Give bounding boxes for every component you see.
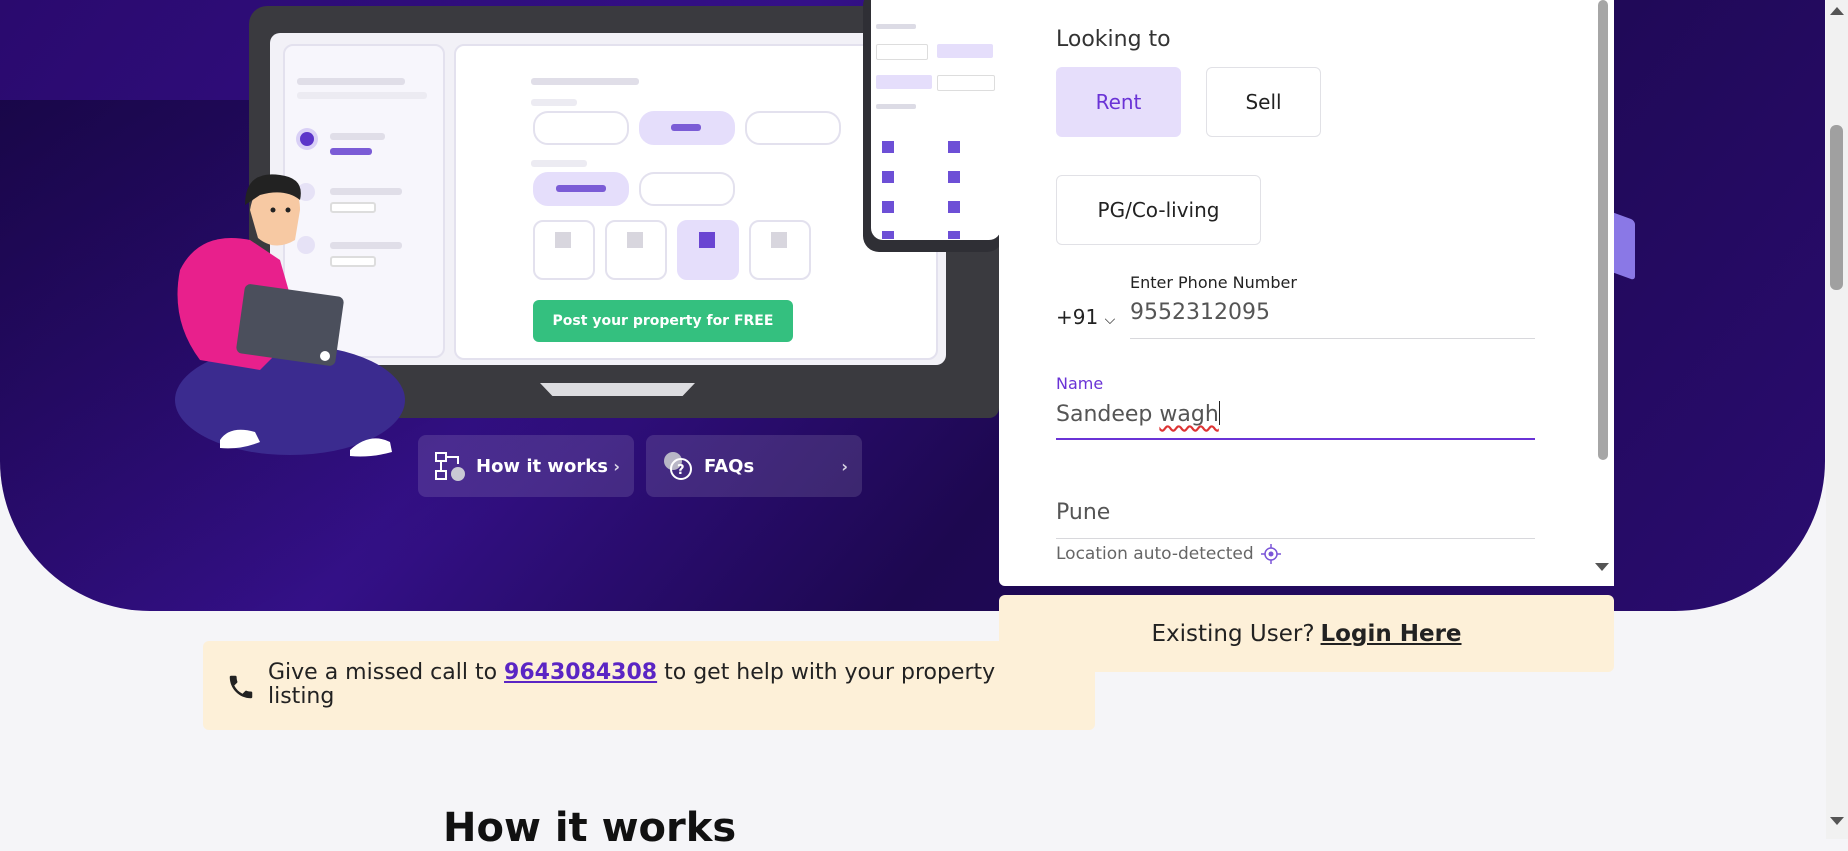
name-label: Name — [1056, 374, 1104, 393]
mock-line — [937, 75, 995, 91]
mock-cell — [882, 201, 894, 213]
form-scroll-down-arrow[interactable] — [1595, 563, 1609, 571]
faqs-label: FAQs — [704, 455, 755, 477]
mock-line — [876, 104, 916, 109]
missed-call-banner: Give a missed call to 9643084308 to get … — [203, 641, 1095, 730]
mock-tile — [605, 220, 667, 280]
text-caret — [1218, 401, 1220, 425]
how-it-works-label: How it works — [476, 455, 608, 477]
mock-line — [937, 44, 993, 58]
mock-line — [671, 124, 701, 131]
location-note: Location auto-detected — [1056, 543, 1282, 565]
flowchart-icon — [435, 452, 465, 481]
name-value-first: Sandeep — [1056, 402, 1153, 427]
mock-chip — [745, 111, 841, 145]
name-underline — [1056, 438, 1535, 440]
mock-line — [531, 99, 577, 106]
option-pg-coliving[interactable]: PG/Co-living — [1056, 175, 1261, 245]
mock-tile — [749, 220, 811, 280]
mock-line — [330, 148, 372, 155]
page-scroll-down-arrow[interactable] — [1830, 817, 1844, 825]
mock-line — [876, 24, 916, 29]
form-scrollbar-thumb[interactable] — [1598, 0, 1608, 460]
location-note-text: Location auto-detected — [1056, 544, 1254, 564]
mock-chip — [533, 111, 629, 145]
mock-step-active — [300, 132, 314, 146]
chevron-right-icon: › — [613, 456, 620, 476]
mock-tile — [533, 220, 595, 280]
city-input[interactable]: Pune — [1056, 500, 1110, 525]
country-code-value: +91 — [1056, 305, 1099, 329]
mock-cell — [948, 231, 960, 239]
mock-cell — [948, 171, 960, 183]
missed-call-number-link[interactable]: 9643084308 — [504, 660, 657, 685]
how-it-works-heading: How it works — [443, 805, 737, 851]
crosshair-icon[interactable] — [1260, 543, 1282, 565]
mock-line — [330, 133, 385, 140]
login-here-link[interactable]: Login Here — [1321, 621, 1462, 647]
mock-line — [556, 185, 606, 192]
city-underline — [1056, 538, 1535, 539]
person-with-laptop-illustration — [175, 174, 405, 457]
mock-cell — [882, 231, 894, 239]
phone-underline — [1130, 338, 1535, 339]
missed-call-text-before: Give a missed call to — [268, 660, 498, 685]
existing-user-prompt: Existing User? — [1151, 620, 1315, 647]
country-code-select[interactable]: +91 ⌵ — [1056, 305, 1115, 329]
mock-line — [876, 75, 932, 89]
option-sell[interactable]: Sell — [1206, 67, 1321, 137]
faqs-button[interactable]: ? FAQs › — [646, 435, 862, 497]
mock-line — [876, 44, 928, 60]
chevron-down-icon: ⌵ — [1104, 312, 1116, 328]
chevron-right-icon: › — [841, 456, 848, 476]
laptop-base — [540, 383, 695, 396]
mock-line — [297, 78, 405, 85]
mock-cell — [948, 141, 960, 153]
name-value-second: wagh — [1159, 402, 1219, 427]
option-rent[interactable]: Rent — [1056, 67, 1181, 137]
page-scroll-up-arrow[interactable] — [1830, 7, 1844, 15]
mock-line — [531, 78, 639, 85]
svg-text:?: ? — [677, 463, 685, 478]
post-property-button[interactable]: Post your property for FREE — [533, 300, 793, 342]
name-input[interactable]: Sandeep wagh — [1056, 401, 1220, 427]
phone-label: Enter Phone Number — [1130, 273, 1297, 292]
mock-tile — [677, 220, 739, 280]
page-scrollbar-thumb[interactable] — [1830, 125, 1843, 290]
mock-line — [531, 160, 587, 167]
mock-cell — [882, 141, 894, 153]
how-it-works-button[interactable]: How it works › — [418, 435, 634, 497]
mock-line — [297, 92, 427, 99]
question-bubble-icon: ? — [664, 452, 692, 480]
phone-icon — [229, 675, 253, 699]
mock-cell — [948, 201, 960, 213]
phone-input[interactable]: 9552312095 — [1130, 300, 1270, 325]
mock-cell — [882, 171, 894, 183]
mock-chip — [639, 172, 735, 206]
looking-to-label: Looking to — [1056, 27, 1171, 52]
